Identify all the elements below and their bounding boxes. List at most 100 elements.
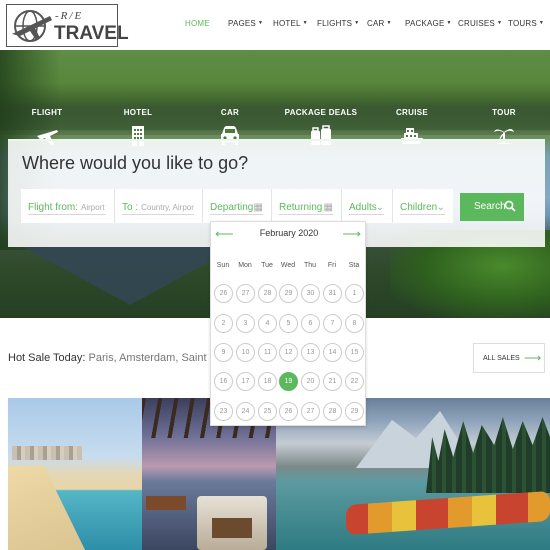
calendar-day[interactable]: 10 xyxy=(236,343,255,362)
nav-package[interactable]: PACKAGE ▼ xyxy=(405,19,452,28)
canoes xyxy=(346,490,550,536)
search-icon xyxy=(504,200,516,212)
caret-down-icon: ▼ xyxy=(386,20,392,26)
weekday-label: Fri xyxy=(327,262,337,269)
calendar-day[interactable]: 31 xyxy=(323,284,342,303)
calendar-icon: ▦ xyxy=(323,202,333,213)
field-underline xyxy=(400,214,445,215)
arrow-right-icon: ⟶ xyxy=(524,351,542,365)
adults-select[interactable]: Adults ⌄ xyxy=(342,189,393,223)
field-underline xyxy=(210,214,263,215)
calendar-day[interactable]: 13 xyxy=(301,343,320,362)
hot-sale-label: Hot Sale Today: xyxy=(8,352,86,364)
calendar-day[interactable]: 9 xyxy=(214,343,233,362)
caret-down-icon: ▼ xyxy=(446,20,452,26)
brand-logo[interactable]: -R/E TRAVEL xyxy=(6,4,129,47)
calendar-day[interactable]: 3 xyxy=(236,314,255,333)
next-month-icon[interactable]: ⟶ xyxy=(342,226,361,242)
calendar-day[interactable]: 28 xyxy=(323,402,342,421)
search-title: Where would you like to go? xyxy=(22,153,249,173)
datepicker: ⟵ February 2020 ⟶ Sun Mon Tue Wed Thu Fri Sta … xyxy=(210,221,366,426)
calendar-day[interactable]: 30 xyxy=(301,284,320,303)
calendar-day[interactable]: 5 xyxy=(279,314,298,333)
chevron-down-icon: ⌄ xyxy=(375,202,384,213)
caret-down-icon: ▼ xyxy=(257,20,264,26)
beach-sand xyxy=(8,466,88,550)
calendar-day[interactable]: 12 xyxy=(279,343,298,362)
city-skyline xyxy=(12,446,82,460)
field-underline xyxy=(122,214,194,215)
calendar-day[interactable]: 4 xyxy=(258,314,277,333)
calendar-day[interactable]: 29 xyxy=(345,402,364,421)
calendar-day[interactable]: 6 xyxy=(301,314,320,333)
calendar-day[interactable]: 8 xyxy=(345,314,364,333)
caret-down-icon: ▼ xyxy=(354,20,360,26)
nav-home[interactable]: HOME xyxy=(185,19,210,28)
destination-placeholder: Country, Airpor xyxy=(141,203,194,212)
search-button[interactable]: Search xyxy=(460,193,524,221)
calendar-day[interactable]: 24 xyxy=(236,402,255,421)
hot-sale-cities: Paris, Amsterdam, Saint Pe xyxy=(88,352,224,364)
caret-down-icon: ▼ xyxy=(302,20,308,26)
children-label: Children xyxy=(400,202,438,213)
calendar-day[interactable]: 25 xyxy=(258,402,277,421)
weekday-label: Sta xyxy=(348,262,360,269)
calendar-icon: ▦ xyxy=(253,202,263,213)
weekday-label: Tue xyxy=(261,262,273,269)
brand-line2: TRAVEL xyxy=(54,23,129,44)
field-underline xyxy=(349,214,384,215)
departing-label: Departing xyxy=(210,202,254,213)
mountain-reflection xyxy=(20,245,240,305)
caret-down-icon: ▼ xyxy=(538,20,545,26)
field-underline xyxy=(279,214,333,215)
nav-hotel[interactable]: HOTEL ▼ xyxy=(273,19,308,28)
calendar-day[interactable]: 26 xyxy=(279,402,298,421)
returning-label: Returning xyxy=(279,202,323,213)
calendar-day[interactable]: 27 xyxy=(301,402,320,421)
weekday-label: Thu xyxy=(303,262,317,269)
nav-pages[interactable]: PAGES ▼ xyxy=(228,19,263,28)
calendar-day[interactable]: 14 xyxy=(323,343,342,362)
hot-sale-text: Hot Sale Today: Paris, Amsterdam, Saint … xyxy=(8,352,223,364)
children-select[interactable]: Children ⌄ xyxy=(393,189,453,223)
departing-field[interactable]: Departing ▦ xyxy=(203,189,272,223)
adults-label: Adults xyxy=(349,202,377,213)
all-sales-button[interactable]: ALL SALES ⟶ xyxy=(473,343,545,373)
calendar-day[interactable]: 17 xyxy=(236,372,255,391)
calendar-day[interactable]: 20 xyxy=(301,372,320,391)
calendar-day[interactable]: 21 xyxy=(323,372,342,391)
nav-car[interactable]: CAR ▼ xyxy=(367,19,392,28)
calendar-day[interactable]: 18 xyxy=(258,372,277,391)
weekday-label: Sun xyxy=(216,262,230,269)
nav-cruises[interactable]: CRUISES ▼ xyxy=(458,19,502,28)
calendar-day[interactable]: 27 xyxy=(236,284,255,303)
weekday-label: Wed xyxy=(280,262,296,269)
brand-line1: -R/E xyxy=(55,10,84,22)
weekday-label: Mon xyxy=(238,262,252,269)
calendar-day[interactable]: 28 xyxy=(258,284,277,303)
field-underline xyxy=(28,214,106,215)
returning-field[interactable]: Returning ▦ xyxy=(272,189,342,223)
flight-from-placeholder: Airport xyxy=(81,203,105,212)
calendar-day[interactable]: 1 xyxy=(345,284,364,303)
flight-from-field[interactable]: Flight from: Airport xyxy=(21,189,115,223)
calendar-day[interactable]: 16 xyxy=(214,372,233,391)
destination-label: To : Country, Airpor xyxy=(122,202,194,213)
beach-photo[interactable] xyxy=(8,398,142,550)
calendar-day[interactable]: 23 xyxy=(214,402,233,421)
caret-down-icon: ▼ xyxy=(496,20,503,26)
fire-pit xyxy=(146,496,186,510)
nav-flights[interactable]: FLIGHTS ▼ xyxy=(317,19,359,28)
nav-tours[interactable]: TOURS ▼ xyxy=(508,19,544,28)
datepicker-header: ⟵ February 2020 ⟶ xyxy=(211,222,367,246)
calendar-day[interactable]: 2 xyxy=(214,314,233,333)
site-header: -R/E TRAVEL HOME PAGES ▼ HOTEL ▼ FLIGHTS ▼ … xyxy=(0,0,550,50)
calendar-day[interactable]: 7 xyxy=(323,314,342,333)
calendar-day[interactable]: 15 xyxy=(345,343,364,362)
calendar-day[interactable]: 26 xyxy=(214,284,233,303)
destination-field[interactable]: To : Country, Airpor xyxy=(115,189,203,223)
selected-day[interactable]: 19 xyxy=(279,372,298,391)
calendar-day[interactable]: 22 xyxy=(345,372,364,391)
calendar-day[interactable]: 11 xyxy=(258,343,277,362)
calendar-day[interactable]: 29 xyxy=(279,284,298,303)
